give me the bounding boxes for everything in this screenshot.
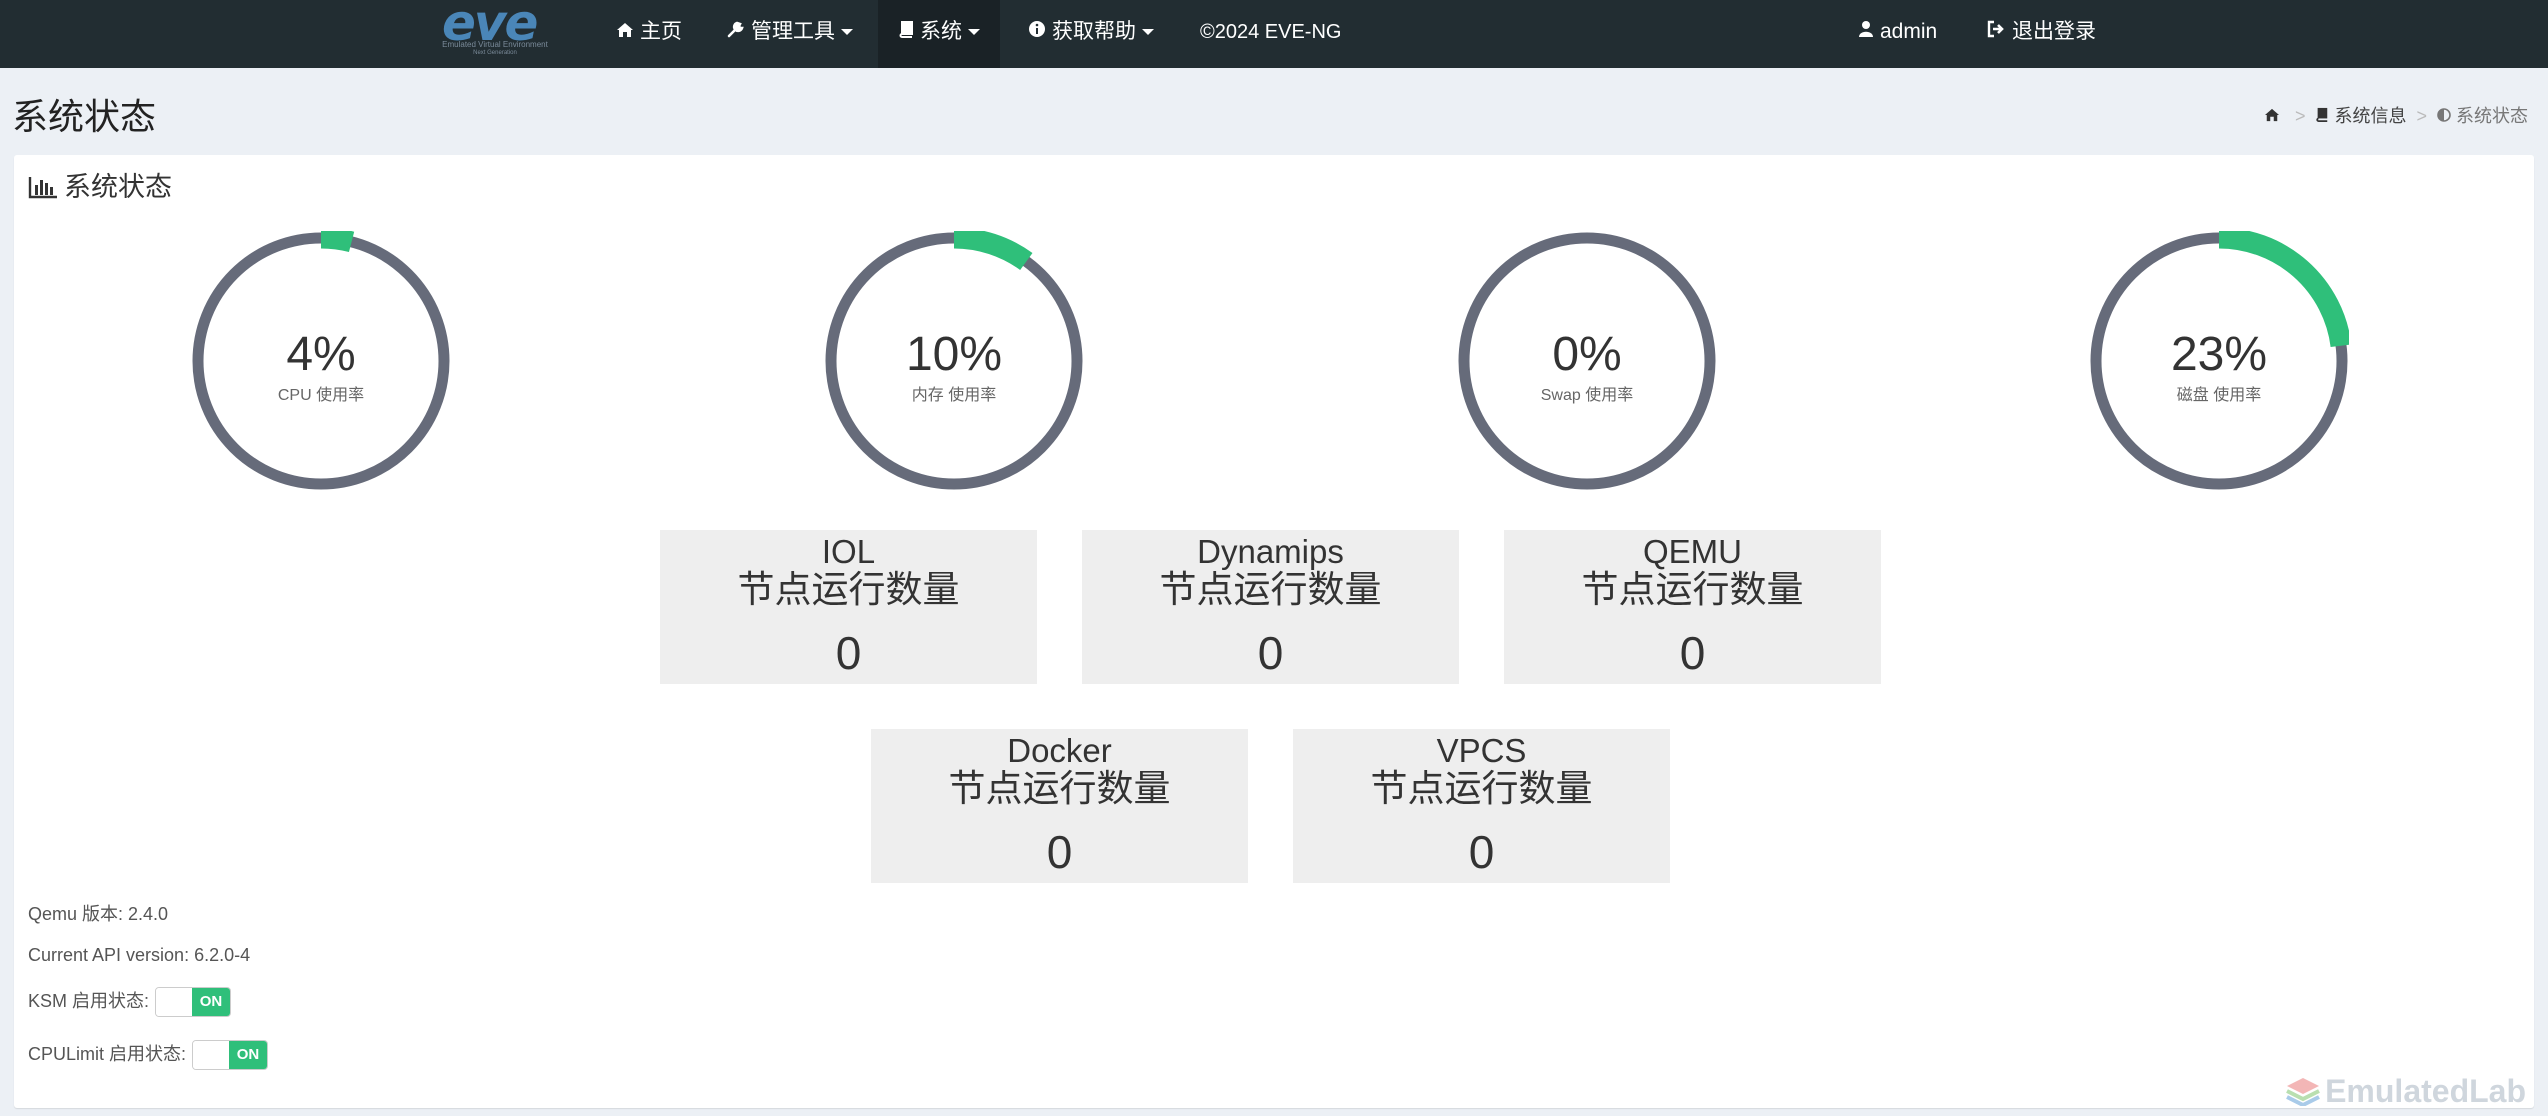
memory-gauge-label: 内存 使用率: [911, 387, 997, 404]
user-icon: [1858, 1, 1874, 65]
tile-name: Docker: [1007, 732, 1112, 769]
disk-gauge-label: 磁盘 使用率: [2176, 387, 2262, 404]
breadcrumb-current-label: 系统状态: [2456, 106, 2528, 126]
chevron-down-icon: [841, 29, 853, 36]
breadcrumb: > 系统信息 > 系统状态: [2264, 102, 2528, 128]
logo-edition: Next Generation: [473, 50, 517, 56]
toggle-on-label: ON: [229, 1041, 268, 1070]
logo-subtitle: Emulated Virtual Environment: [442, 40, 548, 49]
tile-name: IOL: [821, 533, 876, 570]
swap-gauge: 0% Swap 使用率: [1457, 231, 1717, 491]
top-navbar: eve Emulated Virtual Environment Next Ge…: [0, 0, 2548, 68]
nav-logout-label: 退出登录: [2012, 20, 2096, 43]
adjust-icon: [2437, 106, 2451, 126]
watermark: EmulatedLab: [2285, 1073, 2526, 1110]
book-icon: [2315, 106, 2329, 126]
qemu-node-tile: QEMU 节点运行数量 0: [1504, 530, 1881, 684]
tile-subtitle: 节点运行数量: [737, 568, 960, 611]
qemu-version: Qemu 版本: 2.4.0: [28, 904, 169, 924]
home-icon: [616, 1, 634, 65]
docker-node-tile: Docker 节点运行数量 0: [871, 729, 1248, 883]
swap-gauge-value: 0%: [1552, 328, 1622, 381]
tile-name: Dynamips: [1197, 533, 1344, 570]
tile-name: VPCS: [1436, 732, 1527, 769]
dynamips-node-tile: Dynamips 节点运行数量 0: [1082, 530, 1459, 684]
breadcrumb-separator: >: [2294, 106, 2306, 126]
tile-subtitle: 节点运行数量: [1370, 767, 1593, 810]
nav-system-label: 系统: [920, 20, 962, 43]
watermark-text: EmulatedLab: [2325, 1073, 2526, 1109]
cpu-gauge: 4% CPU 使用率: [191, 231, 451, 491]
page-title: 系统状态: [12, 97, 157, 138]
tile-count: 0: [1046, 826, 1073, 878]
book-icon: [898, 1, 914, 65]
toggle-handle: [193, 1041, 232, 1070]
api-version: Current API version: 6.2.0-4: [28, 945, 251, 965]
cpulimit-status: CPULimit 启用状态: ON: [28, 1040, 269, 1071]
toggle-handle: [156, 988, 195, 1017]
home-icon[interactable]: [2264, 106, 2285, 126]
chevron-down-icon: [968, 29, 980, 36]
nav-home[interactable]: 主页: [616, 0, 682, 68]
tile-count: 0: [1679, 627, 1706, 679]
cpulimit-toggle[interactable]: ON: [192, 1040, 269, 1071]
ksm-status: KSM 启用状态: ON: [28, 987, 232, 1018]
tile-subtitle: 节点运行数量: [1159, 568, 1382, 611]
nav-tools[interactable]: 管理工具: [727, 0, 853, 68]
breadcrumb-current: 系统状态: [2437, 106, 2528, 126]
iol-node-tile: IOL 节点运行数量 0: [660, 530, 1037, 684]
breadcrumb-sysinfo[interactable]: 系统信息: [2315, 106, 2406, 126]
eve-logo[interactable]: eve Emulated Virtual Environment Next Ge…: [428, 0, 562, 62]
box-title: 系统状态: [28, 165, 172, 206]
tile-count: 0: [1468, 826, 1495, 878]
memory-gauge: 10% 内存 使用率: [824, 231, 1084, 491]
nav-user-label: admin: [1880, 20, 1938, 43]
tile-count: 0: [1257, 627, 1284, 679]
tile-name: QEMU: [1643, 533, 1742, 570]
system-status-box: 系统状态 4% CPU 使用率 10% 内存 使用率 0% Swap 使用率 2…: [14, 155, 2534, 1108]
breadcrumb-separator: >: [2416, 106, 2427, 126]
vpcs-node-tile: VPCS 节点运行数量 0: [1293, 729, 1670, 883]
swap-gauge-label: Swap 使用率: [1540, 387, 1634, 404]
chevron-down-icon: [1142, 29, 1154, 36]
tile-count: 0: [835, 627, 862, 679]
tile-subtitle: 节点运行数量: [1581, 568, 1804, 611]
ksm-label: KSM 启用状态:: [28, 991, 150, 1011]
disk-gauge: 23% 磁盘 使用率: [2089, 231, 2349, 491]
layers-icon: [2285, 1076, 2321, 1108]
cpu-gauge-label: CPU 使用率: [277, 387, 365, 404]
nav-user[interactable]: admin: [1858, 0, 1937, 68]
nav-help-label: 获取帮助: [1052, 20, 1136, 43]
info-circle-icon: [1028, 1, 1046, 65]
bar-chart-icon: [28, 175, 58, 206]
wrench-icon: [727, 1, 745, 65]
breadcrumb-sysinfo-label: 系统信息: [2334, 106, 2407, 126]
nav-logout[interactable]: 退出登录: [1986, 0, 2096, 68]
cpulimit-label: CPULimit 启用状态:: [28, 1044, 187, 1064]
cpu-gauge-value: 4%: [286, 328, 356, 381]
nav-system[interactable]: 系统: [878, 0, 1000, 68]
box-title-label: 系统状态: [64, 172, 172, 203]
nav-home-label: 主页: [640, 20, 682, 43]
tile-subtitle: 节点运行数量: [948, 767, 1171, 810]
nav-help[interactable]: 获取帮助: [1028, 0, 1154, 68]
disk-gauge-value: 23%: [2170, 328, 2268, 381]
nav-tools-label: 管理工具: [751, 20, 835, 43]
sign-out-icon: [1986, 1, 2006, 65]
memory-gauge-value: 10%: [905, 328, 1003, 381]
ksm-toggle[interactable]: ON: [155, 987, 232, 1018]
toggle-on-label: ON: [192, 988, 231, 1017]
nav-copyright: ©2024 EVE-NG: [1200, 21, 1342, 43]
